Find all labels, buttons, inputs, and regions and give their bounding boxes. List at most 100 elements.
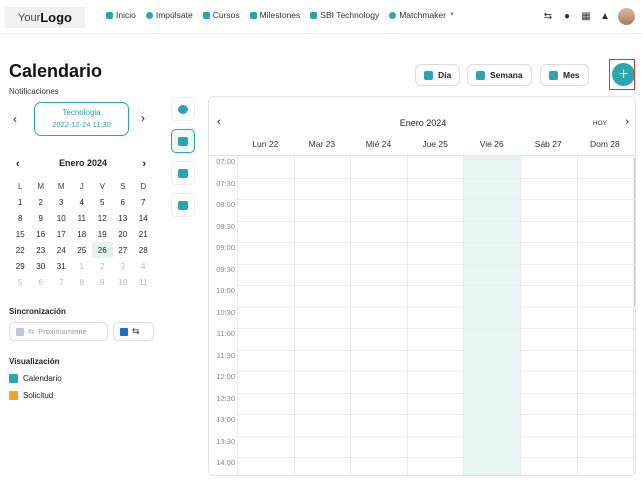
- mini-calendar-day[interactable]: 16: [31, 226, 52, 242]
- bell-icon[interactable]: ▲: [599, 11, 611, 23]
- outlook-sync-button[interactable]: ⇆: [113, 322, 154, 341]
- grid-hline: [237, 371, 635, 372]
- view-day-button[interactable]: Día: [415, 64, 461, 86]
- day-header: Sáb 27: [534, 139, 562, 149]
- mini-calendar-day[interactable]: 20: [113, 226, 134, 242]
- mini-calendar-day[interactable]: 28: [133, 242, 154, 258]
- week-calendar: ‹ Enero 2024 HOY › Lun 22 Mar 23 Mié 24 Jue…: [208, 96, 636, 476]
- mini-calendar-day[interactable]: 31: [51, 258, 72, 274]
- mini-calendar-day[interactable]: 8: [10, 210, 31, 226]
- mini-calendar-day[interactable]: 6: [113, 194, 134, 210]
- grid-vline: [406, 156, 408, 475]
- mini-calendar-grid: L M M J V S D 1 2 3 4 5 6 7 8 9 10 11 12 13 14 15 16 17 18 19 20 21…: [10, 178, 156, 290]
- chat-icon[interactable]: ●: [561, 11, 573, 23]
- time-label: 10:00: [216, 286, 235, 295]
- calendar-icon[interactable]: ▦: [580, 11, 592, 23]
- time-grid[interactable]: 07:00 07:30 08:00 08:30 09:00 09:30 10:00 10:30…: [209, 155, 635, 475]
- mini-calendar-next-icon[interactable]: ›: [142, 158, 146, 170]
- grid-hline: [237, 285, 635, 286]
- mini-calendar-day[interactable]: 29: [10, 258, 31, 274]
- nav-item-cursos[interactable]: Cursos: [202, 10, 240, 20]
- mini-calendar-day[interactable]: 8: [72, 274, 93, 290]
- mini-calendar-day[interactable]: 30: [31, 258, 52, 274]
- mini-calendar-day[interactable]: 9: [31, 210, 52, 226]
- view-month-button[interactable]: Mes: [540, 64, 589, 86]
- mini-calendar-day[interactable]: 4: [72, 194, 93, 210]
- mini-calendar-day[interactable]: 19: [92, 226, 113, 242]
- day-header: Mar 23: [308, 139, 336, 149]
- mini-calendar-day[interactable]: 3: [113, 258, 134, 274]
- time-label: 07:00: [216, 157, 235, 166]
- time-label: 10:30: [216, 307, 235, 317]
- chat-tool-button[interactable]: [171, 97, 195, 121]
- task-tool-button[interactable]: [171, 193, 195, 217]
- weekday-label: J: [79, 181, 84, 191]
- time-label: 13:30: [216, 436, 235, 446]
- mini-calendar-day[interactable]: 21: [133, 226, 154, 242]
- mini-calendar-day[interactable]: 10: [113, 274, 134, 290]
- nav-item-sbi-technology[interactable]: SBI Technology: [310, 10, 379, 20]
- calendar-next-icon[interactable]: ›: [625, 116, 629, 128]
- grid-vline: [576, 156, 578, 475]
- mini-calendar-day[interactable]: 18: [72, 226, 93, 242]
- mini-calendar-day[interactable]: 27: [113, 242, 134, 258]
- mini-calendar-day[interactable]: 1: [10, 194, 31, 210]
- mini-calendar-day[interactable]: 7: [133, 194, 154, 210]
- mini-calendar-day[interactable]: 1: [72, 258, 93, 274]
- legend-solicitud[interactable]: Solicitud: [9, 391, 53, 400]
- mini-calendar-day[interactable]: 14: [133, 210, 154, 226]
- weekday-label: M: [57, 181, 65, 191]
- nav-label: Impúlsate: [155, 10, 193, 20]
- notification-card[interactable]: Tecnologia 2022-12-24 11:30: [34, 102, 129, 136]
- mini-calendar: ‹ Enero 2024 › L M M J V S D 1 2 3 4 5 6 7 8 9 10 11 12 13 1…: [10, 158, 156, 290]
- google-calendar-icon: [16, 327, 24, 336]
- mini-calendar-day[interactable]: 3: [51, 194, 72, 210]
- notification-next-icon[interactable]: ›: [141, 111, 145, 125]
- mini-calendar-day-today[interactable]: 26: [92, 242, 113, 258]
- mini-calendar-day[interactable]: 5: [92, 194, 113, 210]
- mini-calendar-header: ‹ Enero 2024 ›: [10, 158, 156, 172]
- mini-calendar-day[interactable]: 2: [92, 258, 113, 274]
- weekday-label: M: [37, 181, 45, 191]
- time-label: 12:00: [216, 372, 235, 381]
- briefcase-tool-button[interactable]: [171, 129, 195, 153]
- mini-calendar-day[interactable]: 23: [31, 242, 52, 258]
- view-label: Semana: [490, 70, 523, 80]
- nav-item-milestones[interactable]: Milestones: [249, 10, 300, 20]
- mini-calendar-day[interactable]: 13: [113, 210, 134, 226]
- mini-calendar-day[interactable]: 24: [51, 242, 72, 258]
- grid-vline: [633, 156, 635, 475]
- video-tool-button[interactable]: [171, 161, 195, 185]
- mini-calendar-day[interactable]: 15: [10, 226, 31, 242]
- mini-calendar-day[interactable]: 12: [92, 210, 113, 226]
- day-view-icon: [424, 70, 433, 80]
- mini-calendar-day[interactable]: 2: [31, 194, 52, 210]
- mini-calendar-day[interactable]: 22: [10, 242, 31, 258]
- mini-calendar-day[interactable]: 5: [10, 274, 31, 290]
- mini-calendar-day[interactable]: 11: [133, 274, 154, 290]
- mini-calendar-day[interactable]: 7: [51, 274, 72, 290]
- grid-hline: [237, 199, 635, 200]
- mini-calendar-day[interactable]: 6: [31, 274, 52, 290]
- mini-calendar-day[interactable]: 4: [133, 258, 154, 274]
- mini-calendar-day[interactable]: 17: [51, 226, 72, 242]
- mini-calendar-day[interactable]: 25: [72, 242, 93, 258]
- swap-icon[interactable]: ⇆: [542, 11, 554, 23]
- today-button[interactable]: HOY: [593, 120, 607, 127]
- grid-hline: [237, 328, 635, 329]
- mini-calendar-day[interactable]: 11: [72, 210, 93, 226]
- mini-calendar-day[interactable]: 10: [51, 210, 72, 226]
- legend-label: Solicitud: [23, 391, 54, 400]
- nav-item-matchmaker[interactable]: Matchmaker ▼: [389, 10, 455, 20]
- google-sync-button[interactable]: ⇆ Proximamente: [9, 322, 108, 341]
- view-week-button[interactable]: Semana: [467, 64, 532, 86]
- legend-calendario[interactable]: Calendario: [9, 374, 62, 383]
- notification-prev-icon[interactable]: ‹: [13, 112, 17, 126]
- time-label: 14:00: [216, 458, 235, 467]
- mini-calendar-prev-icon[interactable]: ‹: [16, 158, 20, 170]
- nav-item-inicio[interactable]: Inicio: [106, 10, 136, 20]
- logo[interactable]: Your Logo: [5, 7, 85, 28]
- avatar[interactable]: [618, 8, 635, 25]
- mini-calendar-day[interactable]: 9: [92, 274, 113, 290]
- nav-item-impulsate[interactable]: Impúlsate: [145, 10, 193, 20]
